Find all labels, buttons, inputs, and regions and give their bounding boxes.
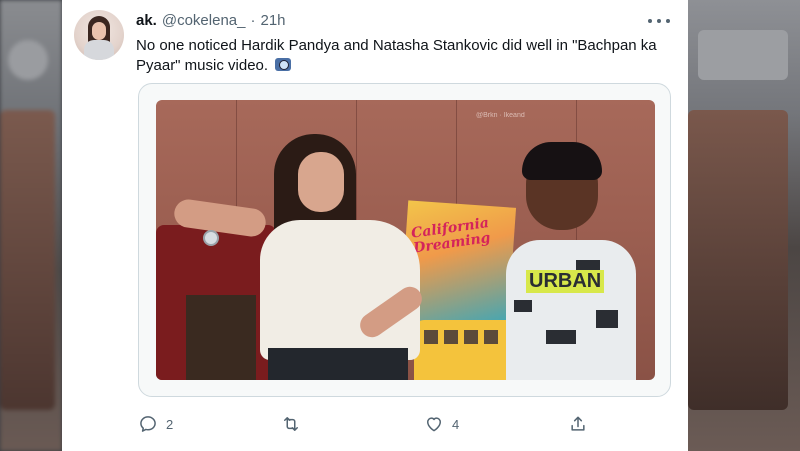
- tweet-body: No one noticed Hardik Pandya and Natasha…: [136, 37, 657, 74]
- poster-text: California Dreaming: [410, 215, 492, 257]
- share-icon: [568, 414, 588, 434]
- watch: [203, 230, 219, 246]
- retweet-icon: [280, 414, 302, 434]
- media-container[interactable]: @Brkn · Ikeand California Dreaming URBAN: [138, 83, 671, 397]
- shirt-print: [546, 330, 576, 344]
- shirt-print-text: URBAN: [526, 270, 605, 293]
- tweet-image[interactable]: @Brkn · Ikeand California Dreaming URBAN: [156, 100, 655, 380]
- like-count: 4: [452, 416, 460, 432]
- like-button[interactable]: 4: [424, 414, 459, 434]
- bus-window: [424, 330, 438, 344]
- camera-with-flash-emoji: [275, 58, 292, 71]
- tweet-text: No one noticed Hardik Pandya and Natasha…: [136, 36, 671, 76]
- girl-top: [260, 220, 420, 360]
- share-button[interactable]: [568, 414, 596, 434]
- image-watermark: @Brkn · Ikeand: [476, 112, 525, 119]
- shirt-print: [514, 300, 532, 312]
- reply-count: 2: [166, 416, 174, 432]
- avatar[interactable]: [74, 10, 124, 60]
- tweet-header: ak. @cokelena_ · 21h: [136, 12, 286, 32]
- shirt-print: [596, 310, 618, 328]
- bus-window: [464, 330, 478, 344]
- boy-hair: [522, 142, 602, 180]
- shirt-print: [576, 260, 600, 270]
- tweet-card: ak. @cokelena_ · 21h No one noticed Hard…: [62, 0, 688, 451]
- bus-window: [444, 330, 458, 344]
- backdrop-shape: [8, 40, 48, 80]
- user-handle[interactable]: @cokelena_: [162, 12, 246, 29]
- timestamp[interactable]: 21h: [260, 12, 285, 29]
- avatar-body: [84, 40, 114, 60]
- display-name[interactable]: ak.: [136, 12, 157, 29]
- reply-button[interactable]: 2: [138, 414, 173, 434]
- boy-shirt: URBAN: [506, 240, 636, 380]
- avatar-face: [92, 22, 106, 40]
- more-options-icon[interactable]: [648, 14, 670, 28]
- bus-window: [484, 330, 498, 344]
- reply-icon: [138, 414, 158, 434]
- retweet-button[interactable]: [280, 414, 310, 434]
- chair-seat: [186, 295, 256, 380]
- backdrop-shape: [0, 110, 55, 410]
- girl-face: [298, 152, 344, 212]
- blurred-backdrop-left: [0, 0, 62, 451]
- heart-icon: [424, 414, 444, 434]
- backdrop-shape: [698, 30, 788, 80]
- separator-dot: ·: [250, 12, 256, 29]
- tweet-actions: 2 4: [138, 414, 671, 440]
- girl-skirt: [268, 348, 408, 380]
- blurred-backdrop-right: [688, 0, 800, 451]
- backdrop-shape: [688, 110, 788, 410]
